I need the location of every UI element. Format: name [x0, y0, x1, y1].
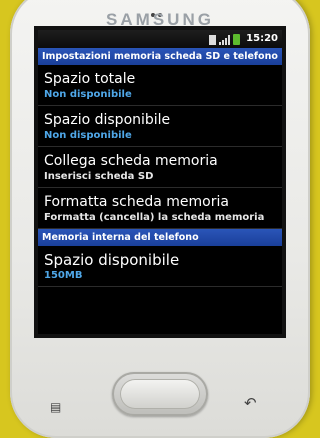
list-item-available-space[interactable]: Spazio disponibile Non disponibile: [38, 106, 282, 147]
phone-body: SAMSUNG 15:20 Impostazioni memoria sched…: [10, 0, 310, 438]
sd-card-icon: [209, 35, 216, 45]
list-item-format-sd[interactable]: Formatta scheda memoria Formatta (cancel…: [38, 188, 282, 229]
home-button[interactable]: [112, 372, 208, 416]
item-subtitle: Inserisci scheda SD: [44, 171, 154, 182]
item-title: Formatta scheda memoria: [44, 194, 229, 210]
item-subtitle: Formatta (cancella) la scheda memoria: [44, 212, 265, 223]
signal-icon: [219, 35, 230, 45]
item-title: Collega scheda memoria: [44, 153, 218, 169]
item-title: Spazio totale: [44, 71, 136, 87]
menu-icon[interactable]: ▤: [50, 400, 61, 414]
back-icon[interactable]: ↶: [244, 394, 257, 412]
list-item-mount-sd[interactable]: Collega scheda memoria Inserisci scheda …: [38, 147, 282, 188]
list-item-internal-available[interactable]: Spazio disponibile 150MB: [38, 246, 282, 287]
item-subtitle: 150MB: [44, 270, 83, 281]
item-subtitle: Non disponibile: [44, 130, 132, 141]
list-item-total-space[interactable]: Spazio totale Non disponibile: [38, 65, 282, 106]
earpiece: [151, 2, 169, 17]
item-title: Spazio disponibile: [44, 112, 171, 128]
internal-section-header: Memoria interna del telefono: [38, 229, 282, 246]
status-bar: 15:20: [38, 30, 282, 48]
screen: 15:20 Impostazioni memoria scheda SD e t…: [38, 30, 282, 334]
sd-section-header: Impostazioni memoria scheda SD e telefon…: [38, 48, 282, 65]
item-title: Spazio disponibile: [44, 251, 180, 269]
battery-icon: [233, 34, 240, 45]
clock: 15:20: [246, 33, 278, 44]
brand-logo: SAMSUNG: [106, 10, 214, 29]
item-subtitle: Non disponibile: [44, 89, 132, 100]
